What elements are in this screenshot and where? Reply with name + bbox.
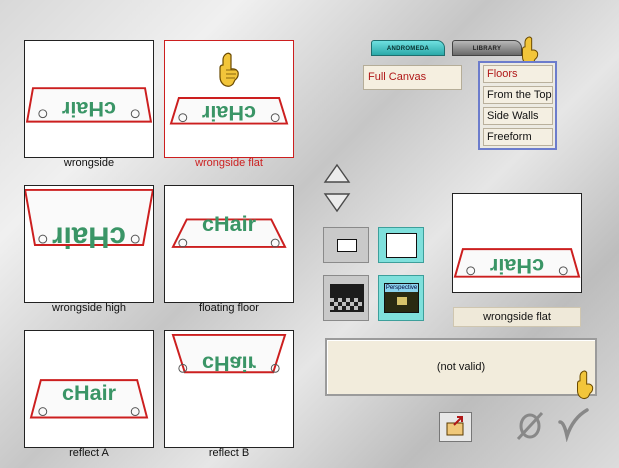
view-small-frame-button[interactable] [323,227,369,263]
svg-text:cHair: cHair [61,97,116,122]
perspective-thumb: Perspective [384,283,419,313]
svg-text:cHair: cHair [489,254,544,279]
option-floors[interactable]: Floors [483,65,553,83]
full-canvas-field[interactable]: Full Canvas [363,65,462,90]
floor-preview: cHair [25,87,153,123]
view-perspective-button[interactable]: Perspective [378,275,424,321]
null-icon[interactable] [514,410,546,442]
tab-andromeda[interactable]: ANDROMEDA [371,40,445,56]
arrow-down-icon[interactable] [322,190,352,214]
pointing-hand-icon [577,370,594,400]
floor-preview: cHair [171,333,287,377]
frame-large-icon [386,233,417,258]
option-side-walls[interactable]: Side Walls [483,107,553,125]
option-list: Floors From the Top Side Walls Freeform [478,61,557,150]
thumb-label-wrongside-flat: wrongside flat [195,157,263,169]
floor-preview: cHair [25,188,153,253]
frame-small-icon [337,239,357,252]
thumb-reflect-b[interactable]: cHair [164,330,294,448]
thumb-reflect-a[interactable]: cHair [24,330,154,448]
floor-preview: cHair [171,211,287,248]
view-checker-button[interactable] [323,275,369,321]
thumb-label-reflect-b: reflect B [208,447,250,459]
floor-preview: cHair [29,379,149,419]
perspective-label: Perspective [385,284,418,292]
svg-text:cHair: cHair [202,352,257,377]
tab-library[interactable]: LIBRARY [452,40,522,56]
preview-label: wrongside flat [453,307,581,327]
preview-image: cHair [452,193,582,293]
pointing-hand-icon [219,52,239,87]
export-icon [446,416,464,436]
thumb-label-wrongside-high: wrongside high [52,302,126,314]
svg-text:cHair: cHair [201,101,256,126]
thumb-label-floating-floor: floating floor [199,302,259,314]
svg-text:cHair: cHair [52,220,126,253]
floor-preview: cHair [453,248,581,279]
thumb-label-wrongside: wrongside [63,157,115,169]
perspective-image [397,297,407,305]
svg-text:cHair: cHair [202,211,257,236]
checkmark-icon[interactable] [556,406,592,442]
option-freeform[interactable]: Freeform [483,128,553,146]
export-button[interactable] [439,412,472,442]
status-box: (not valid) [325,338,597,396]
thumb-wrongside[interactable]: cHair [24,40,154,158]
view-large-frame-button[interactable] [378,227,424,263]
checker-floor-icon [330,284,364,312]
thumb-label-reflect-a: reflect A [69,447,109,459]
arrow-up-icon[interactable] [322,162,352,186]
svg-text:cHair: cHair [62,380,117,405]
option-from-the-top[interactable]: From the Top [483,86,553,104]
thumb-floating-floor[interactable]: cHair [164,185,294,303]
thumb-wrongside-high[interactable]: cHair [24,185,154,303]
